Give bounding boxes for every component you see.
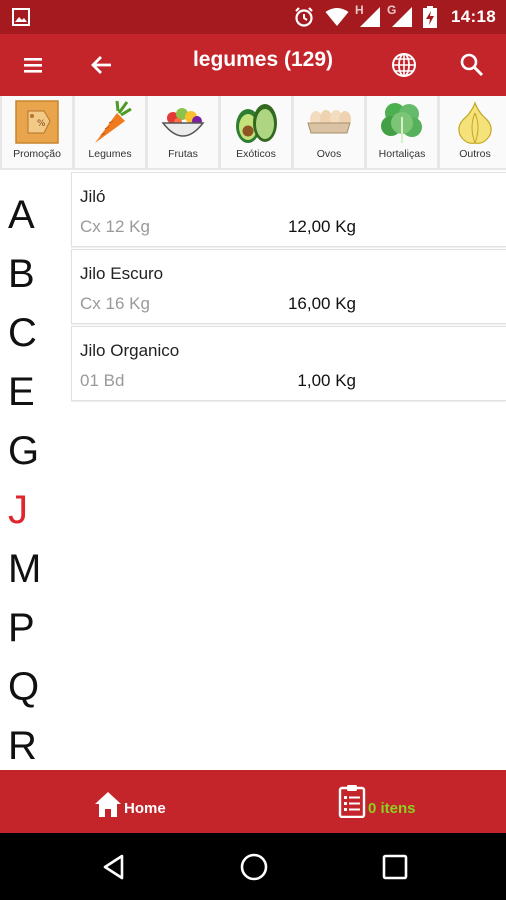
alarm-icon (293, 6, 315, 28)
status-bar: H G 14:18 (0, 0, 506, 34)
list-item[interactable]: Jilo Escuro Cx 16 Kg 16,00 Kg (71, 249, 506, 324)
svg-text:%: % (37, 119, 46, 129)
wifi-icon (325, 7, 349, 27)
home-icon (95, 792, 121, 817)
fruit-bowl-icon (161, 108, 205, 137)
cart-button[interactable]: 0 itens (338, 776, 416, 818)
product-weight: 1,00 Kg (297, 371, 356, 390)
nav-recents-icon[interactable] (382, 854, 408, 880)
page-title: legumes (129) (192, 48, 334, 71)
arrow-back-icon[interactable] (88, 51, 116, 79)
system-nav-bar (0, 833, 506, 900)
product-name: Jilo Organico (80, 341, 180, 360)
list-item[interactable]: Jiló Cx 12 Kg 12,00 Kg (71, 172, 506, 247)
letter-q[interactable]: Q (0, 658, 60, 717)
letter-g[interactable]: G (0, 422, 60, 481)
signal-h-icon: H (355, 3, 381, 28)
letter-a[interactable]: A (0, 186, 60, 245)
category-label: Hortaliças (378, 148, 426, 160)
clock: 14:18 (451, 7, 496, 26)
nav-home-icon[interactable] (239, 852, 269, 882)
product-weight: 16,00 Kg (287, 294, 356, 313)
nav-back-icon[interactable] (100, 853, 128, 881)
product-name: Jilo Escuro (80, 264, 164, 283)
cart-count-label: 0 itens (368, 800, 416, 817)
product-pack: Cx 16 Kg (80, 294, 150, 313)
avocado-icon (236, 104, 277, 143)
letter-p[interactable]: P (0, 599, 60, 658)
app-bar: legumes (129) (0, 34, 506, 96)
signal-h-label: H (355, 3, 364, 17)
category-ovos[interactable]: Ovos (294, 96, 364, 168)
category-label: Exóticos (236, 148, 276, 160)
eggs-icon (307, 110, 351, 134)
category-label: Ovos (316, 148, 342, 160)
signal-g-icon: G (387, 3, 413, 28)
product-list: Jiló Cx 12 Kg 12,00 Kg Jilo Escuro Cx 16… (71, 172, 506, 403)
home-button[interactable]: Home (94, 778, 166, 818)
category-label: Legumes (88, 148, 132, 160)
product-pack: 01 Bd (80, 371, 125, 390)
product-pack: Cx 12 Kg (80, 217, 150, 236)
product-name: Jiló (80, 187, 106, 206)
category-hortalicas[interactable]: Hortaliças (367, 96, 437, 168)
globe-icon[interactable] (389, 50, 419, 80)
category-exoticos[interactable]: Exóticos (221, 96, 291, 168)
lettuce-icon (381, 103, 422, 143)
letter-c[interactable]: C (0, 304, 60, 363)
product-weight: 12,00 Kg (287, 217, 356, 236)
alphabet-index: A B C E G J M P Q R (0, 186, 60, 776)
category-legumes[interactable]: Legumes (75, 96, 145, 168)
signal-g-label: G (387, 3, 397, 17)
category-outros[interactable]: Outros (440, 96, 506, 168)
letter-j[interactable]: J (0, 481, 60, 540)
category-label: Outros (459, 148, 491, 160)
category-label: Promoção (13, 148, 61, 160)
list-item[interactable]: Jilo Organico 01 Bd 1,00 Kg (71, 326, 506, 401)
home-label: Home (124, 800, 166, 817)
battery-charging-icon (423, 6, 438, 28)
image-icon (12, 8, 30, 26)
letter-e[interactable]: E (0, 363, 60, 422)
garlic-icon (458, 101, 492, 144)
carrot-icon (95, 100, 132, 143)
clipboard-list-icon (338, 785, 366, 818)
promo-tag-icon: % (15, 100, 59, 144)
category-frutas[interactable]: Frutas (148, 96, 218, 168)
search-icon[interactable] (458, 51, 486, 79)
category-label: Frutas (168, 148, 198, 160)
letter-m[interactable]: M (0, 540, 60, 599)
category-promocao[interactable]: % Promoção (2, 96, 72, 168)
letter-b[interactable]: B (0, 245, 60, 304)
category-strip: % Promoção Legumes Frutas Exóticos Ovos … (0, 96, 506, 170)
letter-r[interactable]: R (0, 717, 60, 776)
menu-icon[interactable] (20, 53, 48, 77)
bottom-bar: Home 0 itens (0, 770, 506, 833)
